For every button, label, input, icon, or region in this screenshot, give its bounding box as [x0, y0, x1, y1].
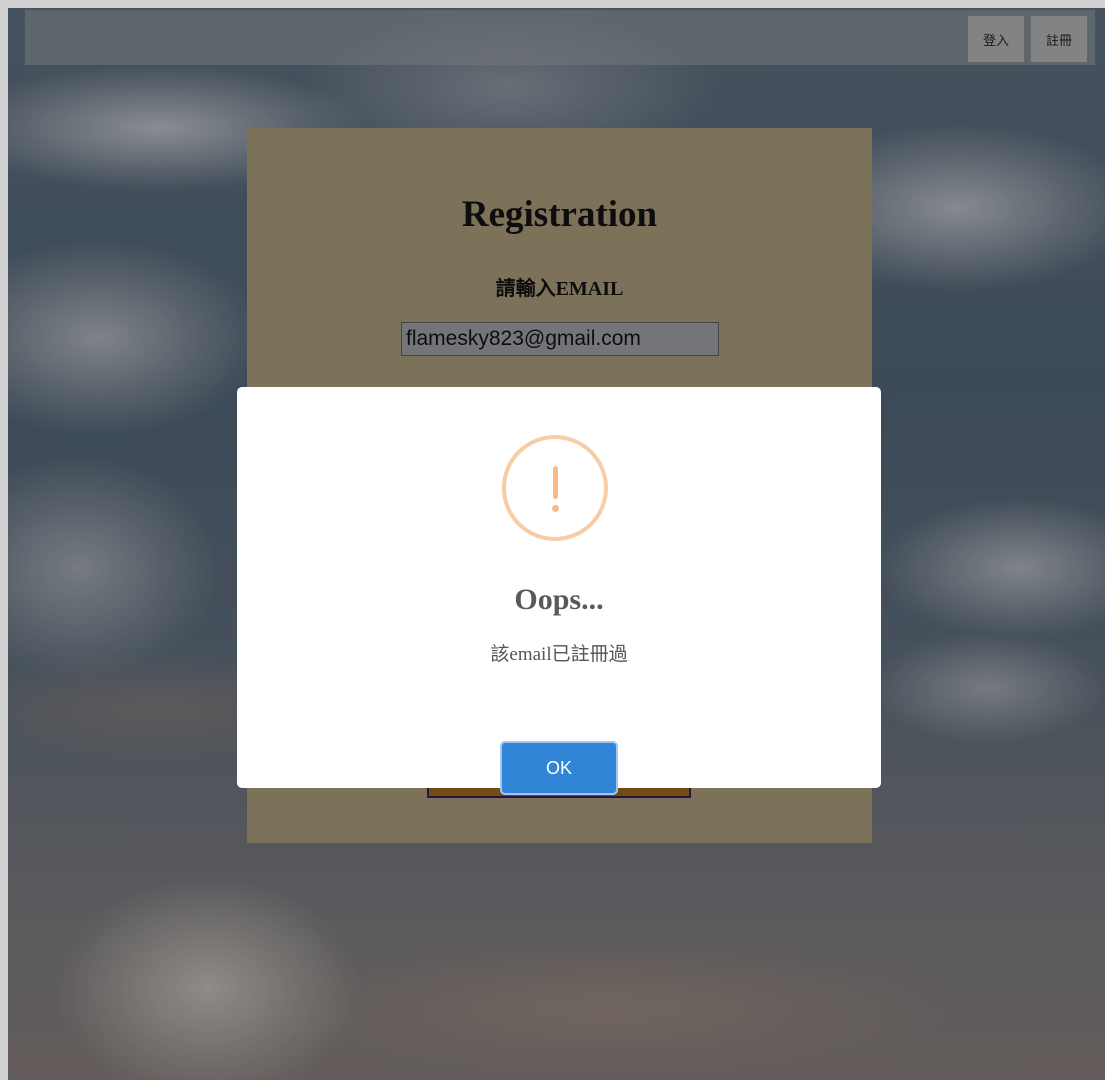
exclamation-dot [552, 505, 559, 512]
alert-message: 該email已註冊過 [490, 644, 628, 665]
alert-dialog: Oops... 該email已註冊過 OK [237, 387, 881, 795]
alert-title: Oops... [514, 583, 604, 616]
exclamation-warning-icon [502, 435, 608, 541]
exclamation-bar [553, 466, 558, 499]
ok-button[interactable]: OK [500, 741, 618, 795]
